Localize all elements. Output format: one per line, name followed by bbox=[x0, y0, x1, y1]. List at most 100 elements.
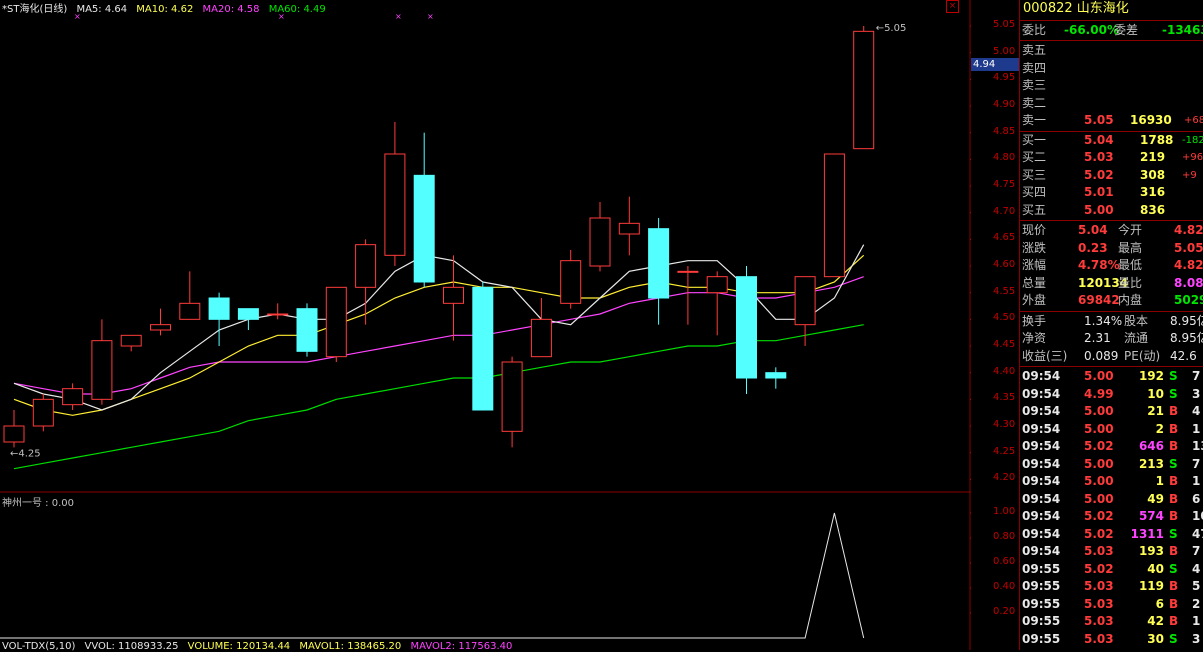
indicator-axis-label: 0.40 bbox=[993, 581, 1016, 592]
tick-side: S bbox=[1169, 561, 1178, 576]
fundamental-value: 2.31 bbox=[1084, 331, 1111, 345]
tick-price: 5.00 bbox=[1084, 404, 1114, 418]
candle-body bbox=[413, 174, 435, 283]
stat-value: 8.08 bbox=[1174, 275, 1203, 290]
price-axis-label: 4.55 bbox=[993, 285, 1016, 297]
price-axis-label: 4.65 bbox=[993, 232, 1016, 244]
sell-level-row: 卖一 5.05 16930 +68 bbox=[1022, 112, 1203, 129]
tick-time: 09:54 bbox=[1022, 439, 1061, 453]
volume-footer: VOL-TDX(5,10) VVOL: 1108933.25 VOLUME: 1… bbox=[2, 641, 518, 652]
tick-volume: 10 bbox=[1147, 386, 1164, 401]
buy-level-label: 买四 bbox=[1022, 185, 1047, 199]
candle-body bbox=[355, 244, 377, 288]
candle-body bbox=[589, 217, 611, 267]
indicator-axis-label: 1.00 bbox=[993, 506, 1016, 517]
tick-price: 5.02 bbox=[1084, 509, 1114, 523]
stat-label: 涨幅 bbox=[1022, 258, 1047, 272]
sell-level-row: 卖二 bbox=[1022, 95, 1203, 112]
candle-body bbox=[3, 425, 25, 443]
tick-price: 5.02 bbox=[1084, 439, 1114, 453]
kline-chart-svg[interactable]: ←5.05←4.25× × × × bbox=[0, 0, 971, 650]
kline-chart-area[interactable]: ←5.05 ←4.25 × × × × *ST海化(日线) MA5: 4.64 MA10:… bbox=[0, 0, 971, 652]
tick-time: 09:54 bbox=[1022, 386, 1061, 401]
tick-volume: 2 bbox=[1155, 421, 1164, 436]
tick-price: 4.99 bbox=[1084, 386, 1114, 401]
signal-marker: × bbox=[395, 12, 402, 21]
weibi-value: -66.00% bbox=[1064, 23, 1119, 37]
tick-price: 5.03 bbox=[1084, 631, 1114, 646]
tick-price: 5.00 bbox=[1084, 491, 1114, 506]
tick-row: 09:54 5.00 1 B 1 bbox=[1022, 473, 1203, 490]
candle-body bbox=[472, 286, 494, 411]
ma-header: *ST海化(日线) MA5: 4.64 MA10: 4.62 MA20: 4.5… bbox=[2, 0, 332, 15]
stat-label: 最低 bbox=[1118, 258, 1143, 272]
candle-body bbox=[677, 270, 699, 273]
tick-count: 2 bbox=[1192, 596, 1201, 611]
price-axis-label: 4.95 bbox=[993, 72, 1016, 84]
tick-row: 09:54 5.00 21 B 4 bbox=[1022, 403, 1203, 420]
tick-count: 3 bbox=[1192, 386, 1201, 401]
weibi-label: 委比 bbox=[1022, 23, 1047, 37]
tick-price: 5.00 bbox=[1084, 474, 1114, 488]
indicator-line bbox=[0, 512, 865, 639]
price-axis-label: 5.05 bbox=[993, 19, 1016, 30]
tick-count: 1 bbox=[1192, 614, 1201, 628]
tick-price: 5.02 bbox=[1084, 561, 1114, 576]
tick-volume: 1311 bbox=[1130, 526, 1164, 541]
signal-marker: × bbox=[427, 12, 434, 21]
sell-level-price: 5.05 bbox=[1084, 113, 1114, 127]
buy-level-price: 5.04 bbox=[1084, 132, 1114, 147]
tick-row: 09:54 5.00 192 S 7 bbox=[1022, 368, 1203, 385]
price-axis-label: 4.75 bbox=[993, 179, 1016, 190]
stat-value: 5.04 bbox=[1078, 223, 1108, 237]
stat-value: 5.05 bbox=[1174, 240, 1203, 255]
tick-time: 09:54 bbox=[1022, 544, 1061, 558]
sell-level-label: 卖三 bbox=[1022, 78, 1047, 92]
tick-count: 3 bbox=[1192, 631, 1201, 646]
price-axis-label: 4.20 bbox=[993, 472, 1016, 484]
buy-level-row: 买三 5.02 308 +9 bbox=[1022, 167, 1203, 184]
fundamental-row: 收益(三) 0.089 PE(动) 42.6 bbox=[1022, 348, 1203, 365]
tick-time: 09:55 bbox=[1022, 631, 1061, 646]
tick-row: 09:54 5.02 646 B 13 bbox=[1022, 438, 1203, 455]
stock-code: 000822 bbox=[1023, 1, 1073, 16]
tick-price: 5.02 bbox=[1084, 526, 1114, 541]
candle-body bbox=[150, 324, 171, 331]
tick-price: 5.00 bbox=[1084, 421, 1114, 436]
buy-level-volume: 836 bbox=[1140, 202, 1166, 217]
tick-side: B bbox=[1169, 614, 1179, 628]
tick-time: 09:55 bbox=[1022, 596, 1061, 611]
tick-price: 5.00 bbox=[1084, 369, 1114, 383]
fundamental-value: 42.6 bbox=[1170, 348, 1197, 363]
candle-body bbox=[853, 30, 875, 150]
volume-value: VOLUME: 120134.44 bbox=[187, 641, 291, 652]
tick-count: 7 bbox=[1192, 544, 1201, 558]
fundamental-row: 换手 1.34% 股本 8.95亿 bbox=[1022, 313, 1203, 330]
tick-side: B bbox=[1169, 439, 1179, 453]
stat-value: 4.82 bbox=[1174, 258, 1203, 272]
tick-time: 09:54 bbox=[1022, 421, 1061, 436]
stat-value: 4.78% bbox=[1078, 258, 1120, 272]
buy-level-row: 买一 5.04 1788 -182 bbox=[1022, 132, 1203, 149]
tick-count: 1 bbox=[1192, 474, 1201, 488]
candle-body bbox=[560, 260, 582, 304]
candle-body bbox=[823, 153, 845, 278]
stat-label: 内盘 bbox=[1118, 293, 1143, 307]
tick-row: 09:55 5.03 119 B 5 bbox=[1022, 578, 1203, 595]
buy-level-volume: 219 bbox=[1140, 150, 1166, 164]
quote-stat-row: 总量 120134 量比 8.08 bbox=[1022, 275, 1203, 292]
buy-level-price: 5.03 bbox=[1084, 150, 1114, 164]
close-icon[interactable]: × bbox=[946, 0, 959, 13]
mavol2-value: MAVOL2: 117563.40 bbox=[410, 641, 513, 652]
buy-level-volume: 316 bbox=[1140, 185, 1166, 199]
fundamental-value: 8.95亿 bbox=[1170, 331, 1203, 345]
stat-value: 69842 bbox=[1078, 293, 1120, 307]
stat-label: 外盘 bbox=[1022, 293, 1047, 307]
tick-side: B bbox=[1169, 474, 1179, 488]
tick-volume: 1 bbox=[1155, 474, 1164, 488]
quote-stat-row: 涨跌 0.23 最高 5.05 bbox=[1022, 240, 1203, 257]
stock-header: 000822 山东海化 bbox=[1023, 0, 1129, 17]
security-title: *ST海化(日线) bbox=[2, 4, 68, 15]
price-axis-label: 4.50 bbox=[993, 312, 1016, 324]
buy-level-label: 买三 bbox=[1022, 167, 1047, 182]
